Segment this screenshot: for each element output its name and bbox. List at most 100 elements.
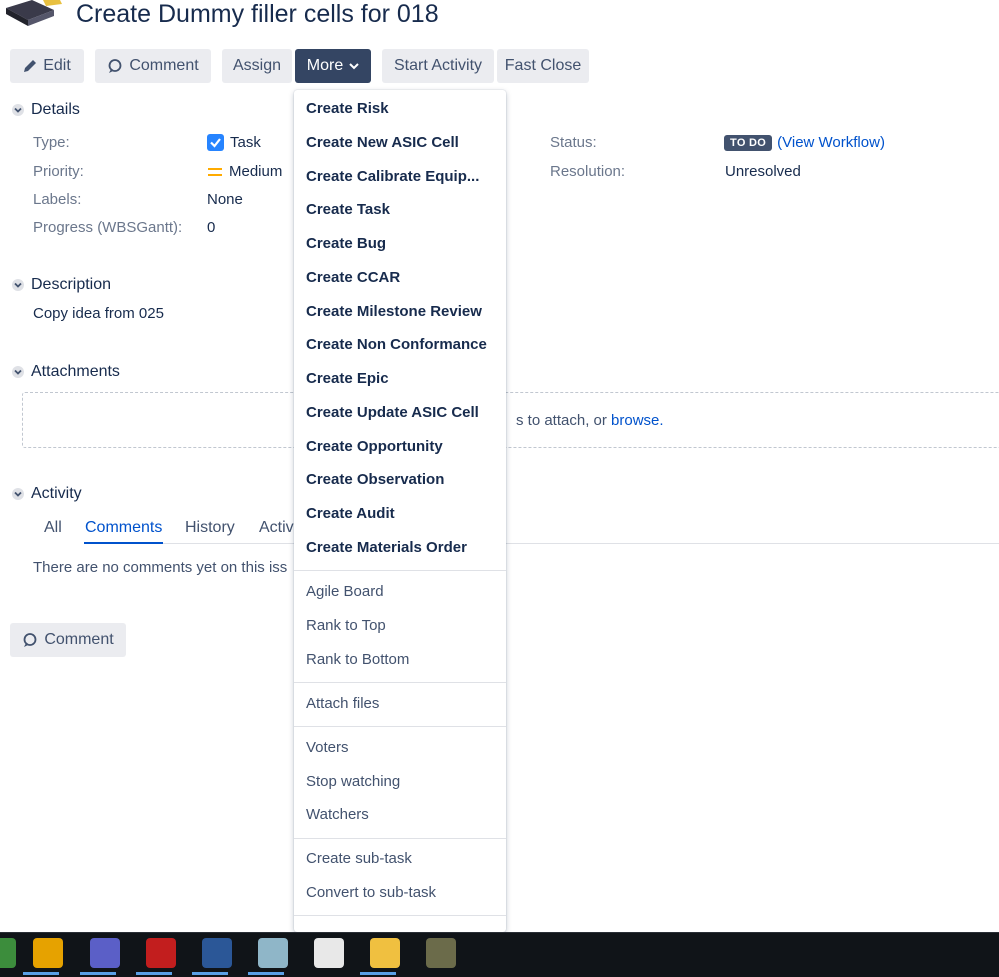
status-value: TO DO (View Workflow) [724, 134, 885, 151]
tab-history[interactable]: History [185, 519, 235, 537]
chevron-down-icon [12, 366, 24, 378]
menu-item-agile-board[interactable]: Agile Board [306, 583, 384, 600]
more-button[interactable]: More [295, 49, 371, 83]
progress-value: 0 [207, 219, 215, 236]
start-activity-label: Start Activity [394, 57, 482, 75]
status-label: Status: [550, 134, 597, 151]
menu-item-create-materials-order[interactable]: Create Materials Order [306, 539, 467, 556]
edit-button[interactable]: Edit [10, 49, 84, 83]
taskbar-running-indicator [248, 972, 284, 975]
menu-item-create-milestone-review[interactable]: Create Milestone Review [306, 303, 482, 320]
chevron-down-icon [12, 488, 24, 500]
more-dropdown-menu: Create Risk Create New ASIC Cell Create … [294, 90, 506, 932]
comment-bottom-button[interactable]: Comment [10, 623, 126, 657]
comment-icon [107, 58, 123, 74]
app-icon[interactable] [426, 938, 456, 968]
assign-label: Assign [233, 57, 281, 75]
menu-item-convert-to-sub-task[interactable]: Convert to sub-task [306, 884, 436, 901]
browse-link[interactable]: browse. [611, 412, 664, 429]
resolution-value: Unresolved [725, 163, 801, 180]
fast-close-button[interactable]: Fast Close [497, 49, 589, 83]
comment-icon [22, 632, 38, 648]
fast-close-label: Fast Close [505, 57, 581, 75]
menu-item-create-bug[interactable]: Create Bug [306, 235, 386, 252]
visio-icon[interactable] [202, 938, 232, 968]
start-activity-button[interactable]: Start Activity [382, 49, 494, 83]
taskbar-running-indicator [23, 972, 59, 975]
tab-activity[interactable]: Activ [259, 519, 294, 537]
menu-item-watchers[interactable]: Watchers [306, 806, 369, 823]
resolution-label: Resolution: [550, 163, 625, 180]
details-toggle[interactable]: Details [12, 101, 80, 119]
tab-all[interactable]: All [44, 519, 62, 537]
menu-item-create-opportunity[interactable]: Create Opportunity [306, 438, 443, 455]
menu-item-attach-files[interactable]: Attach files [306, 695, 379, 712]
attachments-toggle[interactable]: Attachments [12, 363, 120, 381]
menu-separator [294, 838, 506, 839]
menu-separator [294, 726, 506, 727]
acrobat-icon[interactable] [146, 938, 176, 968]
labels-label: Labels: [33, 191, 81, 208]
taskbar-running-indicator [360, 972, 396, 975]
description-text[interactable]: Copy idea from 025 [33, 305, 164, 322]
attachment-dropzone[interactable] [22, 392, 999, 448]
type-text: Task [230, 134, 261, 151]
priority-medium-icon [207, 166, 223, 178]
outlook-icon[interactable] [33, 938, 63, 968]
app-icon[interactable] [0, 938, 16, 968]
activity-toggle[interactable]: Activity [12, 485, 82, 503]
description-header: Description [31, 276, 111, 294]
taskbar-running-indicator [136, 972, 172, 975]
notes-icon[interactable] [258, 938, 288, 968]
calculator-icon[interactable] [314, 938, 344, 968]
taskbar-running-indicator [80, 972, 116, 975]
chevron-down-icon [12, 104, 24, 116]
teams-icon[interactable] [90, 938, 120, 968]
dropzone-hint: s to attach, or [516, 412, 611, 429]
description-toggle[interactable]: Description [12, 276, 111, 294]
active-tab-indicator [84, 542, 163, 544]
menu-item-create-calibrate-equip[interactable]: Create Calibrate Equip... [306, 168, 479, 185]
attachments-header: Attachments [31, 363, 120, 381]
priority-text: Medium [229, 163, 282, 180]
view-workflow-link[interactable]: (View Workflow) [777, 134, 885, 151]
menu-item-rank-to-bottom[interactable]: Rank to Bottom [306, 651, 409, 668]
menu-item-stop-watching[interactable]: Stop watching [306, 773, 400, 790]
taskbar-running-indicator [192, 972, 228, 975]
page-title: Create Dummy filler cells for 018 [76, 0, 439, 29]
comment-button[interactable]: Comment [95, 49, 211, 83]
priority-label: Priority: [33, 163, 84, 180]
details-header: Details [31, 101, 80, 119]
menu-separator [294, 570, 506, 571]
menu-item-create-task[interactable]: Create Task [306, 201, 390, 218]
dropzone-text: s to attach, or browse. [516, 412, 664, 429]
menu-item-voters[interactable]: Voters [306, 739, 349, 756]
tab-comments[interactable]: Comments [85, 519, 162, 537]
chevron-down-icon [12, 279, 24, 291]
menu-separator [294, 915, 506, 916]
menu-item-create-risk[interactable]: Create Risk [306, 100, 389, 117]
menu-separator [294, 682, 506, 683]
menu-item-create-epic[interactable]: Create Epic [306, 370, 389, 387]
assign-button[interactable]: Assign [222, 49, 292, 83]
menu-item-create-ccar[interactable]: Create CCAR [306, 269, 400, 286]
pencil-icon [23, 59, 37, 73]
type-value: Task [207, 134, 261, 151]
status-badge: TO DO [724, 135, 772, 151]
checkbox-task-icon [207, 134, 224, 151]
menu-item-create-sub-task[interactable]: Create sub-task [306, 850, 412, 867]
menu-item-create-audit[interactable]: Create Audit [306, 505, 395, 522]
edit-label: Edit [43, 57, 71, 75]
type-label: Type: [33, 134, 70, 151]
menu-item-rank-to-top[interactable]: Rank to Top [306, 617, 386, 634]
no-comments-message: There are no comments yet on this iss [33, 559, 287, 576]
file-explorer-icon[interactable] [370, 938, 400, 968]
labels-value: None [207, 191, 243, 208]
menu-item-create-new-asic-cell[interactable]: Create New ASIC Cell [306, 134, 459, 151]
tabs-divider [84, 543, 999, 544]
menu-item-create-observation[interactable]: Create Observation [306, 471, 444, 488]
activity-header: Activity [31, 485, 82, 503]
menu-item-create-non-conformance[interactable]: Create Non Conformance [306, 336, 487, 353]
chevron-down-icon [349, 62, 359, 70]
menu-item-create-update-asic-cell[interactable]: Create Update ASIC Cell [306, 404, 479, 421]
